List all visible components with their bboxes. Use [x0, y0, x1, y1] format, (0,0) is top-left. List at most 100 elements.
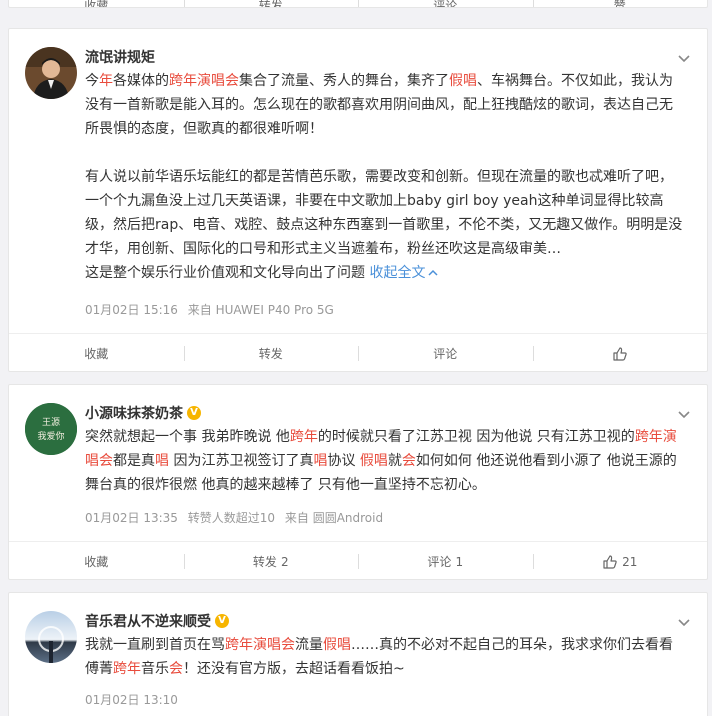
- text-segment: 这是整个娱乐行业价值观和文化导向出了问题: [85, 265, 370, 281]
- post-card: 流氓讲规矩 今年各媒体的跨年演唱会集合了流量、秀人的舞台，集齐了假唱、车祸舞台。…: [8, 28, 708, 372]
- previous-repost-label: 转发: [258, 0, 283, 8]
- text-segment: 今: [85, 73, 99, 89]
- avatar[interactable]: 王源 我爱你: [25, 403, 77, 455]
- avatar-photo: [25, 47, 77, 99]
- favorite-label: 收藏: [84, 347, 109, 361]
- text-segment: 的时候就只看了江苏卫视 因为他说 只有江苏卫视的: [317, 429, 635, 445]
- highlight-keyword[interactable]: 假唱: [323, 637, 351, 653]
- comment-count: 1: [455, 554, 464, 569]
- avatar[interactable]: [25, 611, 77, 663]
- highlight-keyword[interactable]: 年: [99, 73, 113, 89]
- username-text[interactable]: 小源味抹茶奶茶: [85, 403, 183, 423]
- post-meta: 01月02日 13:35 转赞人数超过10 来自 圆圆Android: [85, 509, 389, 526]
- post-time[interactable]: 01月02日 15:16: [85, 303, 178, 317]
- repost-label: 转发: [258, 347, 283, 361]
- thumbs-up-icon: [613, 346, 627, 361]
- previous-comment-label: 评论: [433, 0, 458, 8]
- text-segment: 协议: [327, 453, 360, 469]
- post-source: 来自 HUAWEI P40 Pro 5G: [187, 303, 334, 317]
- chevron-down-icon[interactable]: [677, 407, 691, 421]
- post-text: 突然就想起一个事 我弟昨晚说 他跨年的时候就只看了江苏卫视 因为他说 只有江苏卫…: [85, 425, 683, 497]
- text-segment: 有人说以前华语乐坛能红的都是苦情芭乐歌，需要改变和创新。但现在流量的歌也忒难听了…: [85, 169, 683, 257]
- username[interactable]: 流氓讲规矩: [85, 47, 155, 67]
- previous-comment-button[interactable]: 评论: [358, 0, 533, 8]
- highlight-keyword[interactable]: 跨年: [113, 661, 141, 677]
- comment-button[interactable]: 评论 1: [358, 542, 533, 579]
- repost-count: 2: [280, 554, 289, 569]
- post-paragraph: 今年各媒体的跨年演唱会集合了流量、秀人的舞台，集齐了假唱、车祸舞台。不仅如此，我…: [85, 69, 683, 141]
- avatar-text-line2: 我爱你: [37, 430, 64, 442]
- avatar[interactable]: [25, 47, 77, 99]
- post-source: 来自 圆圆Android: [284, 511, 384, 525]
- username[interactable]: 小源味抹茶奶茶 V: [85, 403, 201, 423]
- post-tail-text: 这是整个娱乐行业价值观和文化导向出了问题: [85, 265, 369, 281]
- post-meta: 01月02日 15:16 来自 HUAWEI P40 Pro 5G: [85, 301, 340, 318]
- comment-label: 评论: [427, 555, 452, 569]
- like-button[interactable]: 21: [532, 542, 708, 579]
- thumbs-up-icon: [603, 554, 617, 569]
- highlight-keyword[interactable]: 唱: [313, 453, 327, 469]
- avatar-landscape: [25, 611, 77, 663]
- post-extra: 转赞人数超过10: [187, 511, 276, 525]
- highlight-keyword[interactable]: 唱: [155, 453, 169, 469]
- highlight-keyword[interactable]: 跨年: [290, 429, 318, 445]
- text-segment: 音乐: [141, 661, 169, 677]
- previous-post-card: 收藏 转发 评论 赞: [8, 0, 708, 8]
- previous-repost-button[interactable]: 转发: [183, 0, 359, 8]
- highlight-keyword[interactable]: 假唱: [360, 453, 388, 469]
- previous-like-button[interactable]: 赞: [532, 0, 708, 8]
- repost-label: 转发: [252, 555, 277, 569]
- post-paragraph: 突然就想起一个事 我弟昨晚说 他跨年的时候就只看了江苏卫视 因为他说 只有江苏卫…: [85, 425, 683, 497]
- post-paragraph: 这是整个娱乐行业价值观和文化导向出了问题 收起全文: [85, 261, 683, 285]
- username[interactable]: 音乐君从不逆来顺受 V: [85, 611, 229, 631]
- chevron-down-icon[interactable]: [677, 615, 691, 629]
- highlight-keyword[interactable]: 会: [169, 661, 183, 677]
- like-button[interactable]: [532, 334, 708, 371]
- text-segment: 我就一直刷到首页在骂: [85, 637, 225, 653]
- like-count: 21: [622, 554, 638, 569]
- avatar-logo: 王源 我爱你: [25, 403, 77, 455]
- text-segment: 集合了流量、秀人的舞台，集齐了: [239, 73, 449, 89]
- collapse-label: 收起全文: [369, 265, 426, 281]
- post-paragraph: 有人说以前华语乐坛能红的都是苦情芭乐歌，需要改变和创新。但现在流量的歌也忒难听了…: [85, 165, 683, 261]
- repost-button[interactable]: 转发 2: [183, 542, 359, 579]
- favorite-button[interactable]: 收藏: [9, 542, 184, 579]
- verified-v-icon: V: [215, 614, 229, 628]
- post-card: 音乐君从不逆来顺受 V 我就一直刷到首页在骂跨年演唱会流量假唱……真的不必对不起自…: [8, 592, 708, 716]
- avatar-text-line1: 王源: [42, 417, 60, 428]
- favorite-button[interactable]: 收藏: [9, 334, 184, 371]
- post-card: 王源 我爱你 小源味抹茶奶茶 V 突然就想起一个事 我弟昨晚说 他跨年的时候就只看…: [8, 384, 708, 580]
- highlight-keyword[interactable]: 会: [402, 453, 416, 469]
- chevron-down-icon[interactable]: [677, 51, 691, 65]
- post-text: 今年各媒体的跨年演唱会集合了流量、秀人的舞台，集齐了假唱、车祸舞台。不仅如此，我…: [85, 69, 683, 285]
- text-segment: ！还没有官方版，去超话看看饭拍~: [183, 661, 405, 677]
- chevron-up-icon: [428, 269, 438, 276]
- previous-like-label: 赞: [613, 0, 626, 8]
- text-segment: 流量: [295, 637, 323, 653]
- post-time[interactable]: 01月02日 13:35: [85, 511, 178, 525]
- text-segment: 因为江苏卫视签订了真: [169, 453, 314, 469]
- post-text: 我就一直刷到首页在骂跨年演唱会流量假唱……真的不必对不起自己的耳朵，我求求你们去…: [85, 633, 683, 681]
- comment-label: 评论: [433, 347, 458, 361]
- username-text[interactable]: 流氓讲规矩: [85, 47, 155, 67]
- text-segment: 都是真: [113, 453, 155, 469]
- highlight-keyword[interactable]: 跨年演唱会: [225, 637, 295, 653]
- post-meta: 01月02日 13:10: [85, 691, 184, 708]
- post-time[interactable]: 01月02日 13:10: [85, 693, 178, 707]
- post-paragraph: 我就一直刷到首页在骂跨年演唱会流量假唱……真的不必对不起自己的耳朵，我求求你们去…: [85, 633, 683, 681]
- previous-fav-label: 收藏: [84, 0, 109, 8]
- favorite-label: 收藏: [84, 555, 109, 569]
- collapse-link[interactable]: 收起全文: [369, 265, 439, 281]
- repost-button[interactable]: 转发: [183, 334, 359, 371]
- verified-v-icon: V: [187, 406, 201, 420]
- text-segment: 各媒体的: [113, 73, 169, 89]
- comment-button[interactable]: 评论: [358, 334, 533, 371]
- post-actions: 收藏 转发 评论: [9, 333, 708, 371]
- post-actions: 收藏 转发 2 评论 1 21: [9, 541, 708, 579]
- highlight-keyword[interactable]: 假唱: [449, 73, 477, 89]
- text-segment: 突然就想起一个事 我弟昨晚说 他: [85, 429, 290, 445]
- username-text[interactable]: 音乐君从不逆来顺受: [85, 611, 211, 631]
- previous-post-actions: 收藏 转发 评论 赞: [9, 0, 708, 8]
- previous-fav-button[interactable]: 收藏: [9, 0, 184, 8]
- highlight-keyword[interactable]: 跨年演唱会: [169, 73, 239, 89]
